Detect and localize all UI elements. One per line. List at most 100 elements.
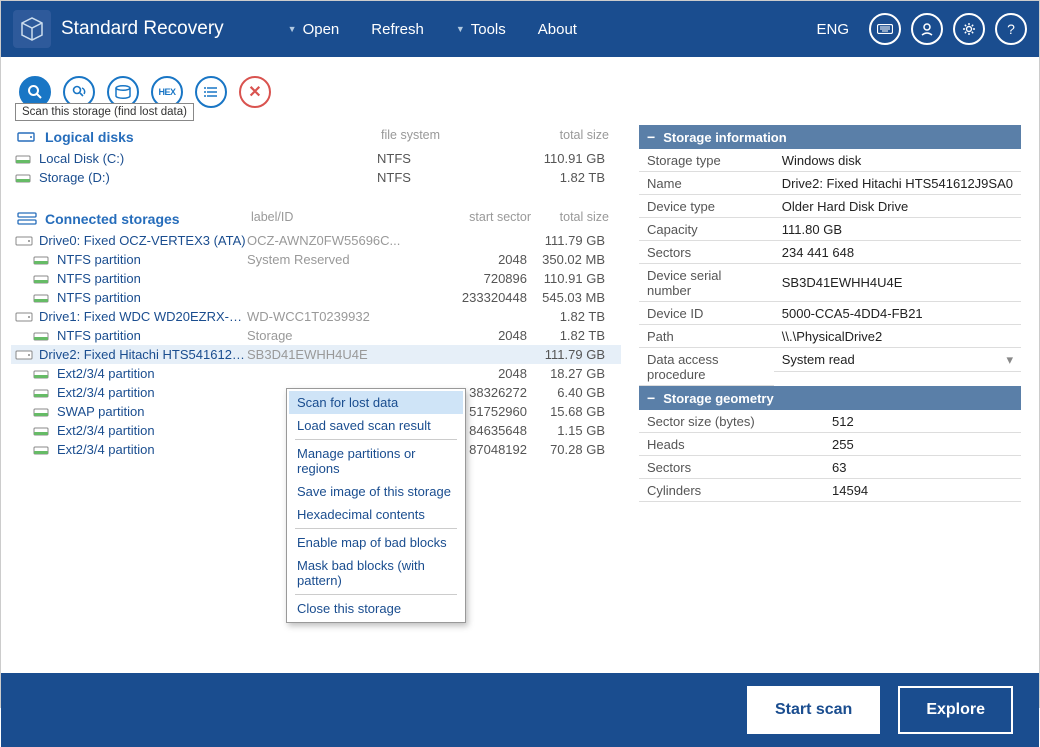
info-row: Path\\.\PhysicalDrive2 (639, 325, 1021, 348)
caret-down-icon: ▼ (288, 24, 297, 34)
ctx-load[interactable]: Load saved scan result (289, 414, 463, 437)
user-icon[interactable] (911, 13, 943, 45)
partition-start: 233320448 (417, 290, 527, 305)
logical-disk-row[interactable]: Storage (D:) NTFS 1.82 TB (11, 168, 621, 187)
partition-name: Ext2/3/4 partition (57, 366, 247, 381)
drive-name: Drive0: Fixed OCZ-VERTEX3 (ATA) (39, 233, 247, 248)
drive-size: 1.82 TB (527, 309, 617, 324)
menu-about[interactable]: About (524, 15, 591, 44)
info-row: Sectors63 (639, 456, 1021, 479)
volume-icon (15, 153, 35, 165)
separator (295, 594, 457, 595)
collapse-icon[interactable]: − (647, 129, 655, 145)
logical-disk-row[interactable]: Local Disk (C:) NTFS 110.91 GB (11, 149, 621, 168)
list-button[interactable] (195, 76, 227, 108)
partition-row[interactable]: NTFS partition 720896 110.91 GB (11, 269, 621, 288)
partition-size: 15.68 GB (527, 404, 617, 419)
ctx-hex[interactable]: Hexadecimal contents (289, 503, 463, 526)
ctx-save[interactable]: Save image of this storage (289, 480, 463, 503)
partition-size: 1.82 TB (527, 328, 617, 343)
separator (295, 528, 457, 529)
volume-icon (33, 330, 53, 342)
ctx-manage[interactable]: Manage partitions or regions (289, 442, 463, 480)
storage-geometry-header: −Storage geometry (639, 386, 1021, 410)
menu-refresh[interactable]: Refresh (357, 15, 438, 44)
partition-name: NTFS partition (57, 252, 247, 267)
volume-icon (33, 387, 53, 399)
help-icon[interactable]: ? (995, 13, 1027, 45)
storage-info-header: −Storage information (639, 125, 1021, 149)
partition-row[interactable]: NTFS partition Storage 2048 1.82 TB (11, 326, 621, 345)
drive-label: OCZ-AWNZ0FW55696C... (247, 233, 417, 248)
info-row: Storage typeWindows disk (639, 149, 1021, 172)
toolbar: HEX ✕ Scan this storage (find lost data) (1, 57, 1039, 121)
ctx-badmap[interactable]: Enable map of bad blocks (289, 531, 463, 554)
info-row: Device serial numberSB3D41EWHH4U4E (639, 264, 1021, 302)
volume-icon (33, 425, 53, 437)
context-menu: Scan for lost data Load saved scan resul… (286, 388, 466, 623)
info-row: Sector size (bytes)512 (639, 410, 1021, 433)
explore-button[interactable]: Explore (898, 686, 1013, 734)
partition-size: 110.91 GB (527, 271, 617, 286)
partition-row[interactable]: Ext2/3/4 partition 2048 18.27 GB (11, 364, 621, 383)
partition-start: 2048 (417, 328, 527, 343)
drive-label: WD-WCC1T0239932 (247, 309, 417, 324)
col-filesystem: file system (381, 128, 531, 142)
drive-row[interactable]: Drive0: Fixed OCZ-VERTEX3 (ATA) OCZ-AWNZ… (11, 231, 621, 250)
logical-disks-icon (17, 130, 39, 144)
drive-label: SB3D41EWHH4U4E (247, 347, 417, 362)
partition-size: 1.15 GB (527, 423, 617, 438)
info-row: Device ID5000-CCA5-4DD4-FB21 (639, 302, 1021, 325)
partition-name: NTFS partition (57, 290, 247, 305)
info-row: Capacity111.80 GB (639, 218, 1021, 241)
info-panel: −Storage information Storage typeWindows… (631, 121, 1029, 673)
ctx-mask[interactable]: Mask bad blocks (with pattern) (289, 554, 463, 592)
ctx-scan[interactable]: Scan for lost data (289, 391, 463, 414)
volume-icon (33, 273, 53, 285)
menu-tools[interactable]: ▼Tools (442, 15, 520, 44)
partition-start: 720896 (417, 271, 527, 286)
disk-icon (15, 235, 35, 247)
info-row: Sectors234 441 648 (639, 241, 1021, 264)
gear-icon[interactable] (953, 13, 985, 45)
separator (295, 439, 457, 440)
close-button[interactable]: ✕ (239, 76, 271, 108)
partition-row[interactable]: NTFS partition 233320448 545.03 MB (11, 288, 621, 307)
info-row-dropdown[interactable]: Data access procedureSystem read▾ (639, 348, 1021, 386)
partition-start: 2048 (417, 252, 527, 267)
partition-name: SWAP partition (57, 404, 247, 419)
volume-icon (33, 444, 53, 456)
logical-disks-title: Logical disks (45, 129, 134, 145)
volume-icon (33, 368, 53, 380)
chevron-down-icon: ▾ (1006, 352, 1013, 368)
partition-name: NTFS partition (57, 271, 247, 286)
main-menu: ▼Open Refresh ▼Tools About (274, 15, 591, 44)
language-selector[interactable]: ENG (816, 21, 849, 38)
drive-size: 111.79 GB (527, 347, 617, 362)
disk-icon (15, 311, 35, 323)
partition-name: Ext2/3/4 partition (57, 385, 247, 400)
disk-size: 1.82 TB (527, 170, 617, 185)
disk-fs: NTFS (377, 151, 527, 166)
disk-icon (15, 349, 35, 361)
ctx-close[interactable]: Close this storage (289, 597, 463, 620)
volume-icon (33, 254, 53, 266)
disk-fs: NTFS (377, 170, 527, 185)
connected-storages-title: Connected storages (45, 211, 180, 227)
info-row: NameDrive2: Fixed Hitachi HTS541612J9SA0 (639, 172, 1021, 195)
collapse-icon[interactable]: − (647, 390, 655, 406)
disk-name: Local Disk (C:) (39, 151, 377, 166)
info-row: Device typeOlder Hard Disk Drive (639, 195, 1021, 218)
bottom-bar: Start scan Explore (1, 673, 1039, 747)
drive-row[interactable]: Drive2: Fixed Hitachi HTS541612J9SA... S… (11, 345, 621, 364)
start-scan-button[interactable]: Start scan (747, 686, 880, 734)
keyboard-icon[interactable] (869, 13, 901, 45)
drive-row[interactable]: Drive1: Fixed WDC WD20EZRX-00DC0... WD-W… (11, 307, 621, 326)
menu-open[interactable]: ▼Open (274, 15, 354, 44)
partition-row[interactable]: NTFS partition System Reserved 2048 350.… (11, 250, 621, 269)
tooltip: Scan this storage (find lost data) (15, 103, 194, 121)
partition-name: NTFS partition (57, 328, 247, 343)
col-totalsize: total size (531, 128, 621, 142)
col-start: start sector (421, 210, 531, 224)
partition-size: 545.03 MB (527, 290, 617, 305)
